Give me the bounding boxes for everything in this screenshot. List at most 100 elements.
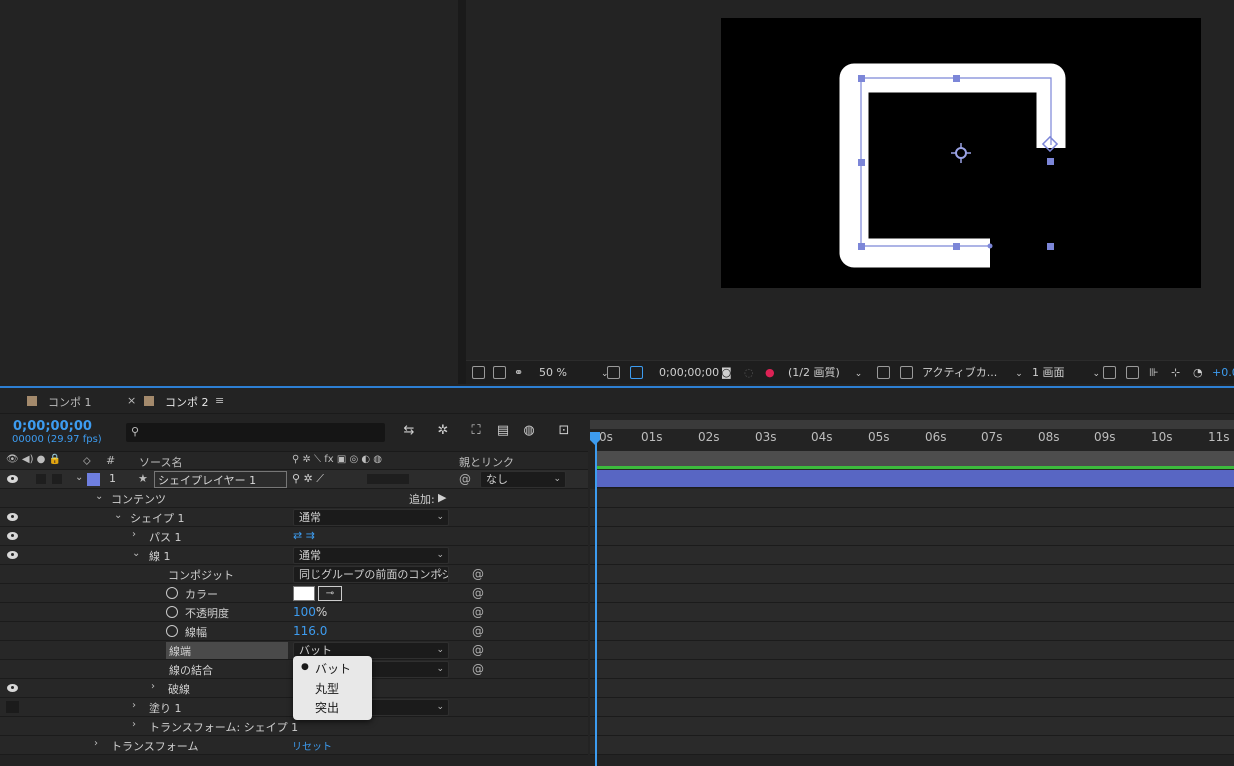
- pick-whip-icon[interactable]: @: [472, 567, 484, 581]
- stroke-blend-select[interactable]: 通常 ⌄: [293, 547, 449, 564]
- comp-mini-flowchart-icon[interactable]: ⇆: [401, 424, 417, 438]
- draft-3d-icon[interactable]: ✲: [435, 424, 451, 438]
- opacity-field[interactable]: 100%: [293, 605, 327, 619]
- transform-label[interactable]: トランスフォーム: [111, 738, 198, 754]
- menu-item-projecting[interactable]: 突出: [315, 699, 339, 716]
- resolution-select[interactable]: (1/2 画質) ⌄: [788, 365, 862, 381]
- pick-whip-icon[interactable]: @: [472, 624, 484, 638]
- parent-select[interactable]: なし ⌄: [480, 471, 566, 488]
- stopwatch-icon[interactable]: [166, 587, 178, 599]
- show-snapshot-icon[interactable]: ◌: [744, 365, 754, 381]
- stroke-label[interactable]: 線 1: [149, 548, 171, 564]
- exposure-value[interactable]: +0.0: [1212, 365, 1234, 381]
- solo-icon[interactable]: [36, 474, 46, 484]
- chevron-right-icon[interactable]: ›: [94, 738, 98, 749]
- time-ruler[interactable]: [590, 418, 1234, 450]
- panel-divider[interactable]: [458, 0, 466, 384]
- monitor-icon[interactable]: [493, 366, 506, 379]
- toggle-mask-visibility-icon[interactable]: [630, 366, 643, 379]
- tree-row-shape[interactable]: ⌄ シェイプ 1 通常 ⌄: [0, 508, 588, 527]
- chevron-right-icon[interactable]: ›: [132, 529, 136, 540]
- composition-canvas[interactable]: [721, 18, 1201, 288]
- hide-shy-layers-icon[interactable]: ⛶: [468, 424, 484, 438]
- tree-row-contents[interactable]: ⌄ コンテンツ 追加: ▶: [0, 489, 588, 508]
- pick-whip-icon[interactable]: @: [459, 472, 471, 486]
- layer-search-input[interactable]: ⚲: [126, 423, 385, 442]
- tree-row-shape-transform[interactable]: › トランスフォーム: シェイプ 1: [0, 717, 588, 736]
- anchor-point-icon[interactable]: [951, 143, 971, 163]
- camera-select[interactable]: アクティブカ... ⌄: [922, 365, 1023, 381]
- source-name-column[interactable]: ソース名: [139, 454, 182, 470]
- tree-row-transform[interactable]: › トランスフォーム リセット: [0, 736, 588, 755]
- tree-row-width[interactable]: 線幅 116.0 @: [0, 622, 588, 641]
- chevron-right-icon[interactable]: ›: [132, 700, 136, 711]
- eye-icon[interactable]: [7, 513, 18, 521]
- eye-off-box[interactable]: [6, 701, 19, 713]
- mask-icon[interactable]: ⚭: [514, 365, 523, 381]
- zoom-select[interactable]: 50 % ⌄: [539, 365, 609, 381]
- frame-blending-icon[interactable]: ▤: [495, 424, 511, 438]
- layer-duration-bar[interactable]: [596, 470, 1234, 488]
- color-swatch[interactable]: [293, 586, 315, 601]
- transparency-grid-icon[interactable]: [900, 366, 913, 379]
- lock-icon[interactable]: [52, 474, 62, 484]
- pick-whip-icon[interactable]: @: [472, 586, 484, 600]
- playhead-line[interactable]: [595, 432, 597, 766]
- tree-row-composite[interactable]: コンポジット 同じグループの前面のコンポジット⌄ @: [0, 565, 588, 584]
- composite-select[interactable]: 同じグループの前面のコンポジット⌄: [293, 566, 449, 583]
- eye-icon[interactable]: [7, 551, 18, 559]
- viewer-timecode[interactable]: 0;00;00;00: [659, 365, 719, 381]
- work-area-bar[interactable]: [596, 451, 1234, 466]
- pick-whip-icon[interactable]: @: [472, 662, 484, 676]
- tab-comp-1[interactable]: コンポ 1: [48, 394, 92, 410]
- tab-comp-2[interactable]: コンポ 2: [165, 394, 209, 410]
- always-preview-icon[interactable]: [472, 366, 485, 379]
- label-color-swatch[interactable]: [87, 473, 100, 486]
- vertex-handles[interactable]: [858, 75, 1054, 250]
- close-tab-icon[interactable]: ×: [127, 394, 136, 407]
- eye-icon[interactable]: [7, 684, 18, 692]
- camera-snapshot-icon[interactable]: ◙: [721, 365, 732, 381]
- chevron-down-icon[interactable]: ⌄: [132, 548, 140, 559]
- shape-group-label[interactable]: シェイプ 1: [130, 510, 185, 526]
- tree-row-path[interactable]: › パス 1 ⇄ ⇉: [0, 527, 588, 546]
- layer-row[interactable]: ⌄ 1 ★ シェイプレイヤー 1 ⚲ ✲ ⟋ @ なし ⌄: [0, 470, 588, 489]
- tab-menu-icon[interactable]: ≡: [215, 394, 224, 407]
- time-navigator[interactable]: [590, 420, 1234, 429]
- layer-switch-boxes[interactable]: [367, 474, 409, 484]
- region-of-interest-icon[interactable]: [877, 366, 890, 379]
- chevron-down-icon[interactable]: ⌄: [114, 510, 122, 521]
- pick-whip-icon[interactable]: @: [472, 605, 484, 619]
- shape-transform-label[interactable]: トランスフォーム: シェイプ 1: [149, 719, 298, 735]
- eye-icon[interactable]: [7, 475, 18, 483]
- reset-link[interactable]: リセット: [292, 738, 332, 753]
- add-menu-icon[interactable]: ▶: [438, 491, 446, 504]
- width-value[interactable]: 116.0: [293, 624, 327, 638]
- path-label[interactable]: パス 1: [149, 529, 182, 545]
- toggle-pixel-aspect-icon[interactable]: [1103, 366, 1116, 379]
- chevron-right-icon[interactable]: ›: [151, 681, 155, 692]
- path-direction-icons[interactable]: ⇄ ⇉: [293, 529, 315, 542]
- flowchart-icon[interactable]: ⊹: [1171, 365, 1180, 381]
- views-select[interactable]: 1 画面 ⌄: [1032, 365, 1100, 381]
- fast-preview-icon[interactable]: [1126, 366, 1139, 379]
- tree-row-stroke[interactable]: ⌄ 線 1 通常 ⌄: [0, 546, 588, 565]
- eye-icon[interactable]: [7, 532, 18, 540]
- motion-blur-icon[interactable]: ◍: [521, 424, 537, 438]
- stopwatch-icon[interactable]: [166, 625, 178, 637]
- tree-row-opacity[interactable]: 不透明度 100% @: [0, 603, 588, 622]
- layer-switches[interactable]: ⚲ ✲ ⟋: [292, 472, 324, 486]
- tree-row-color[interactable]: カラー ⊸ @: [0, 584, 588, 603]
- dash-label[interactable]: 破線: [168, 681, 190, 697]
- chevron-down-icon[interactable]: ⌄: [75, 472, 83, 483]
- menu-item-butt[interactable]: バット: [315, 660, 351, 677]
- layer-name-field[interactable]: シェイプレイヤー 1: [154, 471, 287, 488]
- timeline-icon[interactable]: ⊪: [1149, 365, 1159, 381]
- graph-editor-icon[interactable]: ⊡: [556, 424, 572, 438]
- shape-blend-select[interactable]: 通常 ⌄: [293, 509, 449, 526]
- title-safe-icon[interactable]: [607, 366, 620, 379]
- reset-exposure-icon[interactable]: ◔: [1193, 365, 1203, 381]
- chevron-right-icon[interactable]: ›: [132, 719, 136, 730]
- color-channel-icon[interactable]: ●: [765, 365, 775, 381]
- stopwatch-icon[interactable]: [166, 606, 178, 618]
